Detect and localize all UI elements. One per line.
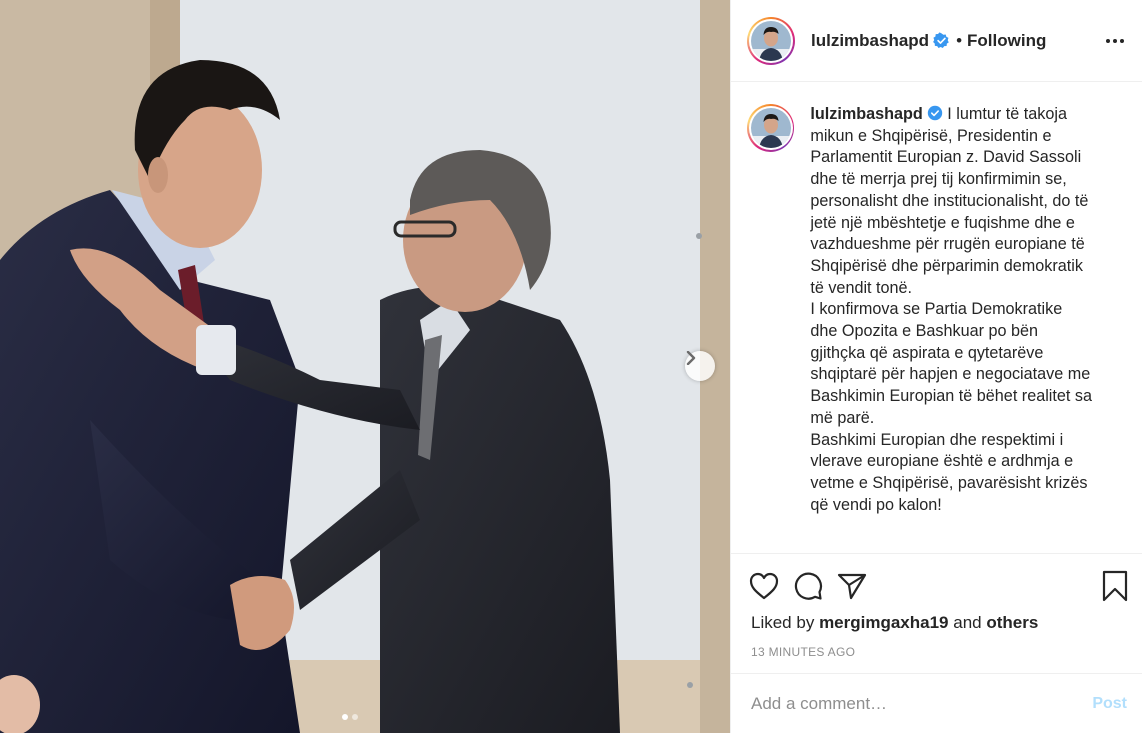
post-side-panel: lulzimbashapd • Following lulzimbashapd … (730, 0, 1142, 733)
following-button[interactable]: Following (967, 31, 1046, 51)
post-image (0, 0, 730, 733)
heart-icon[interactable] (749, 572, 779, 600)
caption-text: Shqipërisë dhe përparimin demokratik (810, 256, 1083, 275)
post-caption: lulzimbashapd I lumtur të takoja mikun e… (810, 104, 1126, 516)
caption-text: I lumtur të takoja (947, 105, 1067, 123)
carousel-next-button[interactable] (685, 351, 715, 381)
share-icon[interactable] (837, 572, 867, 600)
avatar[interactable] (747, 16, 795, 65)
post-author: lulzimbashapd • Following (811, 31, 1046, 51)
caption-text: vazhdueshme për rrugën europiane të (810, 235, 1085, 254)
caption-text: personalisht dhe institucionalisht, do t… (810, 191, 1089, 210)
avatar-image (750, 108, 791, 148)
caption-text: Bashkimin Europian të bëhet realitet sa (810, 387, 1092, 406)
caption-text: shqiptarë për hapjen e negociatave me (810, 365, 1091, 384)
caption-first-line: lulzimbashapd I lumtur të takoja (810, 104, 1126, 126)
likes-summary: Liked by mergimgaxha19 and others (751, 613, 1038, 633)
caption-text: dhe të merrja prej tij konfirmimin se, (810, 170, 1067, 189)
carousel-dot-active (342, 714, 348, 720)
caption-text: Bashkimi Europian dhe respektimi i (810, 430, 1064, 449)
caption-text: të vendit tonë. (810, 278, 913, 297)
caption-section: lulzimbashapd I lumtur të takoja mikun e… (731, 82, 1142, 554)
comment-input[interactable] (751, 693, 1093, 714)
likes-prefix: Liked by (751, 613, 815, 632)
caption-text: jetë një mbështetje e fuqishme dhe e (810, 213, 1075, 232)
verified-badge-icon (927, 105, 943, 121)
separator-bullet: • (956, 30, 963, 50)
comment-form: Post (731, 673, 1142, 733)
caption-text: I konfirmova se Partia Demokratike (810, 300, 1063, 319)
carousel-dot (352, 714, 358, 720)
liker-username-link[interactable]: mergimgaxha19 (819, 613, 948, 632)
caption-text: vetme e Shqipërisë, pavarësisht krizës (810, 473, 1088, 492)
verified-badge-icon (933, 32, 950, 49)
caption-text: Parlamentit Europian z. David Sassoli (810, 148, 1082, 167)
caption-text: gjithçka që aspirata e qytetarëve (810, 343, 1044, 362)
more-options-icon[interactable] (1104, 33, 1126, 49)
likes-others-link[interactable]: others (986, 613, 1038, 632)
post-timestamp[interactable]: 13 MINUTES AGO (751, 645, 855, 659)
caption-text: mikun e Shqipërisë, Presidentin e (810, 126, 1052, 145)
caption-text: vlerave europiane është e ardhmja e (810, 452, 1074, 471)
likes-joiner: and (953, 613, 982, 632)
comment-icon[interactable] (793, 571, 823, 601)
carousel-indicator (342, 714, 358, 720)
post-header: lulzimbashapd • Following (731, 0, 1142, 82)
caption-text: më parë. (810, 408, 875, 427)
caption-text: që vendi po kalon! (810, 495, 942, 514)
bookmark-icon[interactable] (1102, 570, 1128, 602)
post-photo[interactable] (0, 0, 730, 733)
username-link[interactable]: lulzimbashapd (811, 31, 929, 51)
caption-username-link[interactable]: lulzimbashapd (810, 105, 922, 123)
post-actions (749, 566, 1128, 606)
caption-avatar[interactable] (747, 104, 795, 152)
avatar-image (751, 20, 791, 61)
post-comment-button[interactable]: Post (1092, 695, 1127, 713)
caption-text: dhe Opozita e Bashkuar po bën (810, 322, 1039, 341)
